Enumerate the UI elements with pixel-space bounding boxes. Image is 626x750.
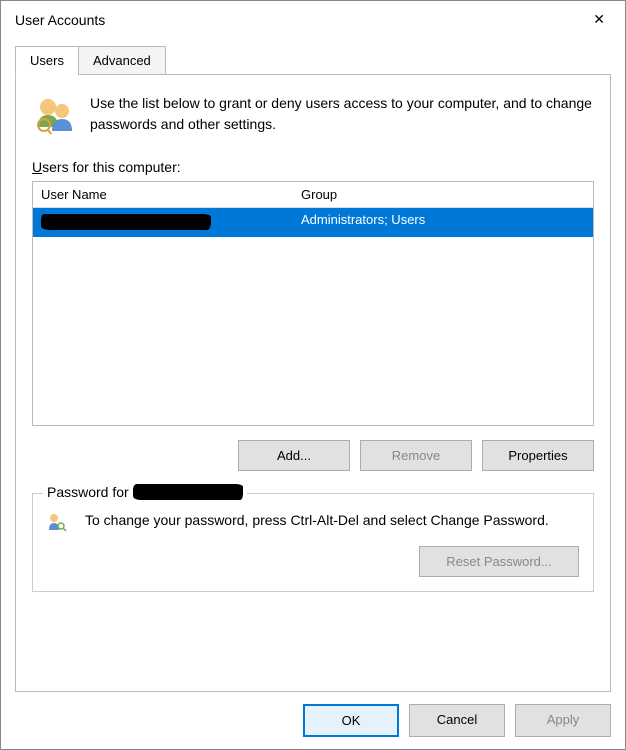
close-icon[interactable]: ✕ [587, 9, 611, 30]
table-row[interactable]: Administrators; Users [33, 208, 593, 237]
users-listbox[interactable]: User Name Group Administrators; Users [32, 181, 594, 426]
column-group[interactable]: Group [293, 182, 593, 207]
apply-button: Apply [515, 704, 611, 737]
tab-strip: Users Advanced [15, 46, 611, 75]
ok-button[interactable]: OK [303, 704, 399, 737]
content-area: Users Advanced Use the list below to gra… [1, 36, 625, 692]
cell-group: Administrators; Users [293, 208, 593, 237]
tab-users[interactable]: Users [15, 46, 79, 75]
reset-password-button: Reset Password... [419, 546, 579, 577]
tab-panel-users: Use the list below to grant or deny user… [15, 74, 611, 692]
list-header: User Name Group [33, 182, 593, 208]
password-body: To change your password, press Ctrl-Alt-… [47, 510, 579, 532]
users-list-label: Users for this computer: [32, 159, 594, 175]
password-button-row: Reset Password... [47, 546, 579, 577]
users-icon [32, 93, 76, 137]
password-group-title: Password for [43, 484, 247, 500]
password-groupbox: Password for To change your password, pr… [32, 493, 594, 592]
user-accounts-dialog: User Accounts ✕ Users Advanced [0, 0, 626, 750]
user-buttons-row: Add... Remove Properties [32, 440, 594, 471]
add-button[interactable]: Add... [238, 440, 350, 471]
redacted-username [41, 214, 211, 230]
column-username[interactable]: User Name [33, 182, 293, 207]
dialog-footer: OK Cancel Apply [1, 692, 625, 749]
redacted-username-title [133, 484, 243, 500]
titlebar: User Accounts ✕ [1, 1, 625, 36]
key-user-icon [47, 512, 67, 532]
remove-button: Remove [360, 440, 472, 471]
intro-row: Use the list below to grant or deny user… [32, 93, 594, 137]
cancel-button[interactable]: Cancel [409, 704, 505, 737]
window-title: User Accounts [15, 12, 105, 28]
properties-button[interactable]: Properties [482, 440, 594, 471]
intro-text: Use the list below to grant or deny user… [90, 93, 594, 137]
tab-advanced[interactable]: Advanced [78, 46, 166, 75]
cell-username [33, 208, 293, 237]
password-instruction: To change your password, press Ctrl-Alt-… [85, 510, 549, 532]
